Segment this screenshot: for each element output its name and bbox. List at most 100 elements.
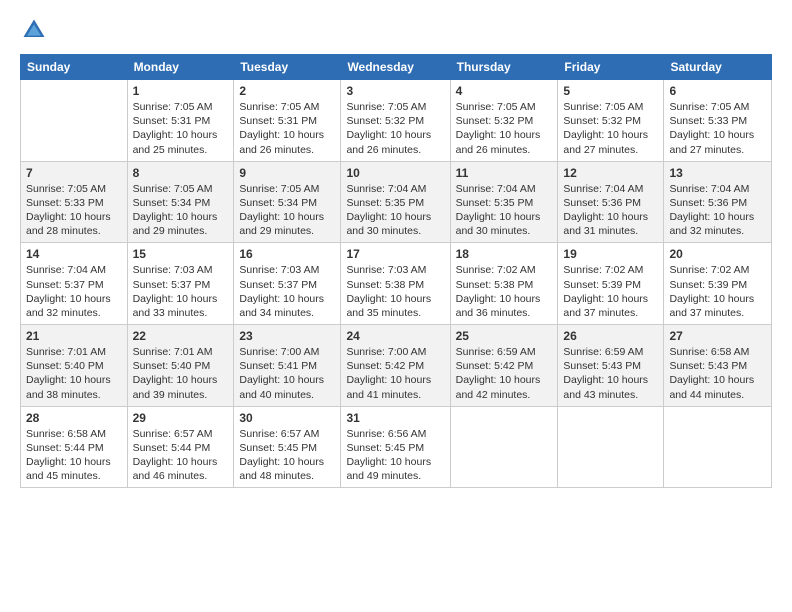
day-cell: 29 Sunrise: 6:57 AMSunset: 5:44 PMDayligh… [127,406,234,488]
day-number: 30 [239,411,335,425]
day-number: 9 [239,166,335,180]
day-number: 21 [26,329,122,343]
week-row-4: 21 Sunrise: 7:01 AMSunset: 5:40 PMDayligh… [21,325,772,407]
day-info: Sunrise: 7:05 AMSunset: 5:31 PMDaylight:… [239,101,324,156]
day-cell: 11 Sunrise: 7:04 AMSunset: 5:35 PMDayligh… [450,161,558,243]
day-number: 11 [456,166,553,180]
day-cell: 20Sunrise: 7:02 AMSunset: 5:39 PMDayligh… [664,243,772,325]
day-info: Sunrise: 7:02 AMSunset: 5:38 PMDaylight:… [456,264,541,319]
day-number: 7 [26,166,122,180]
day-number: 3 [346,84,444,98]
week-row-1: 1 Sunrise: 7:05 AMSunset: 5:31 PMDaylight… [21,80,772,162]
day-number: 2 [239,84,335,98]
day-cell [21,80,128,162]
day-info: Sunrise: 7:03 AMSunset: 5:38 PMDaylight:… [346,264,431,319]
day-cell: 25 Sunrise: 6:59 AMSunset: 5:42 PMDayligh… [450,325,558,407]
day-cell: 4Sunrise: 7:05 AMSunset: 5:32 PMDaylight… [450,80,558,162]
day-info: Sunrise: 7:05 AMSunset: 5:32 PMDaylight:… [346,101,431,156]
day-info: Sunrise: 7:02 AMSunset: 5:39 PMDaylight:… [563,264,648,319]
week-row-2: 7 Sunrise: 7:05 AMSunset: 5:33 PMDaylight… [21,161,772,243]
day-cell [558,406,664,488]
calendar-table: SundayMondayTuesdayWednesdayThursdayFrid… [20,54,772,488]
day-info: Sunrise: 7:02 AMSunset: 5:39 PMDaylight:… [669,264,754,319]
day-number: 5 [563,84,658,98]
day-info: Sunrise: 7:04 AMSunset: 5:36 PMDaylight:… [669,183,754,238]
day-number: 28 [26,411,122,425]
col-header-friday: Friday [558,55,664,80]
day-info: Sunrise: 6:57 AMSunset: 5:45 PMDaylight:… [239,428,324,483]
day-info: Sunrise: 7:01 AMSunset: 5:40 PMDaylight:… [26,346,111,401]
day-cell: 10 Sunrise: 7:04 AMSunset: 5:35 PMDayligh… [341,161,450,243]
day-info: Sunrise: 6:57 AMSunset: 5:44 PMDaylight:… [133,428,218,483]
day-cell: 31 Sunrise: 6:56 AMSunset: 5:45 PMDayligh… [341,406,450,488]
day-cell: 6 Sunrise: 7:05 AMSunset: 5:33 PMDaylight… [664,80,772,162]
day-info: Sunrise: 7:04 AMSunset: 5:36 PMDaylight:… [563,183,648,238]
day-info: Sunrise: 7:01 AMSunset: 5:40 PMDaylight:… [133,346,218,401]
day-cell: 9 Sunrise: 7:05 AMSunset: 5:34 PMDaylight… [234,161,341,243]
day-number: 22 [133,329,229,343]
day-number: 25 [456,329,553,343]
day-info: Sunrise: 7:05 AMSunset: 5:33 PMDaylight:… [26,183,111,238]
day-cell: 8 Sunrise: 7:05 AMSunset: 5:34 PMDaylight… [127,161,234,243]
day-number: 12 [563,166,658,180]
day-number: 10 [346,166,444,180]
col-header-wednesday: Wednesday [341,55,450,80]
day-info: Sunrise: 6:58 AMSunset: 5:44 PMDaylight:… [26,428,111,483]
col-header-thursday: Thursday [450,55,558,80]
day-cell: 27Sunrise: 6:58 AMSunset: 5:43 PMDayligh… [664,325,772,407]
day-number: 27 [669,329,766,343]
day-info: Sunrise: 6:56 AMSunset: 5:45 PMDaylight:… [346,428,431,483]
day-number: 13 [669,166,766,180]
day-number: 14 [26,247,122,261]
col-header-saturday: Saturday [664,55,772,80]
day-info: Sunrise: 7:04 AMSunset: 5:35 PMDaylight:… [456,183,541,238]
day-info: Sunrise: 7:05 AMSunset: 5:34 PMDaylight:… [133,183,218,238]
day-info: Sunrise: 7:03 AMSunset: 5:37 PMDaylight:… [239,264,324,319]
day-info: Sunrise: 7:00 AMSunset: 5:42 PMDaylight:… [346,346,431,401]
day-cell: 24 Sunrise: 7:00 AMSunset: 5:42 PMDayligh… [341,325,450,407]
day-info: Sunrise: 7:00 AMSunset: 5:41 PMDaylight:… [239,346,324,401]
day-cell: 26 Sunrise: 6:59 AMSunset: 5:43 PMDayligh… [558,325,664,407]
day-cell: 15Sunrise: 7:03 AMSunset: 5:37 PMDayligh… [127,243,234,325]
header-row: SundayMondayTuesdayWednesdayThursdayFrid… [21,55,772,80]
day-cell: 28 Sunrise: 6:58 AMSunset: 5:44 PMDayligh… [21,406,128,488]
day-cell: 14 Sunrise: 7:04 AMSunset: 5:37 PMDayligh… [21,243,128,325]
day-cell [450,406,558,488]
day-cell: 17 Sunrise: 7:03 AMSunset: 5:38 PMDayligh… [341,243,450,325]
day-cell: 19 Sunrise: 7:02 AMSunset: 5:39 PMDayligh… [558,243,664,325]
day-number: 17 [346,247,444,261]
day-number: 24 [346,329,444,343]
day-number: 31 [346,411,444,425]
day-info: Sunrise: 7:05 AMSunset: 5:32 PMDaylight:… [456,101,541,156]
day-cell: 21 Sunrise: 7:01 AMSunset: 5:40 PMDayligh… [21,325,128,407]
day-cell: 1 Sunrise: 7:05 AMSunset: 5:31 PMDaylight… [127,80,234,162]
day-info: Sunrise: 7:04 AMSunset: 5:35 PMDaylight:… [346,183,431,238]
day-number: 29 [133,411,229,425]
day-number: 23 [239,329,335,343]
day-number: 6 [669,84,766,98]
day-cell: 22 Sunrise: 7:01 AMSunset: 5:40 PMDayligh… [127,325,234,407]
day-cell: 18Sunrise: 7:02 AMSunset: 5:38 PMDayligh… [450,243,558,325]
col-header-sunday: Sunday [21,55,128,80]
day-number: 26 [563,329,658,343]
day-info: Sunrise: 7:05 AMSunset: 5:34 PMDaylight:… [239,183,324,238]
day-cell: 13 Sunrise: 7:04 AMSunset: 5:36 PMDayligh… [664,161,772,243]
logo-icon [20,16,48,44]
day-info: Sunrise: 7:05 AMSunset: 5:31 PMDaylight:… [133,101,218,156]
page: SundayMondayTuesdayWednesdayThursdayFrid… [0,0,792,498]
day-cell: 5Sunrise: 7:05 AMSunset: 5:32 PMDaylight… [558,80,664,162]
day-info: Sunrise: 6:59 AMSunset: 5:42 PMDaylight:… [456,346,541,401]
day-cell: 2 Sunrise: 7:05 AMSunset: 5:31 PMDaylight… [234,80,341,162]
day-cell: 23 Sunrise: 7:00 AMSunset: 5:41 PMDayligh… [234,325,341,407]
logo [20,16,50,44]
day-number: 1 [133,84,229,98]
day-cell: 12 Sunrise: 7:04 AMSunset: 5:36 PMDayligh… [558,161,664,243]
day-number: 8 [133,166,229,180]
day-info: Sunrise: 7:04 AMSunset: 5:37 PMDaylight:… [26,264,111,319]
day-info: Sunrise: 7:05 AMSunset: 5:33 PMDaylight:… [669,101,754,156]
day-number: 19 [563,247,658,261]
day-number: 16 [239,247,335,261]
week-row-5: 28 Sunrise: 6:58 AMSunset: 5:44 PMDayligh… [21,406,772,488]
day-info: Sunrise: 6:59 AMSunset: 5:43 PMDaylight:… [563,346,648,401]
col-header-tuesday: Tuesday [234,55,341,80]
